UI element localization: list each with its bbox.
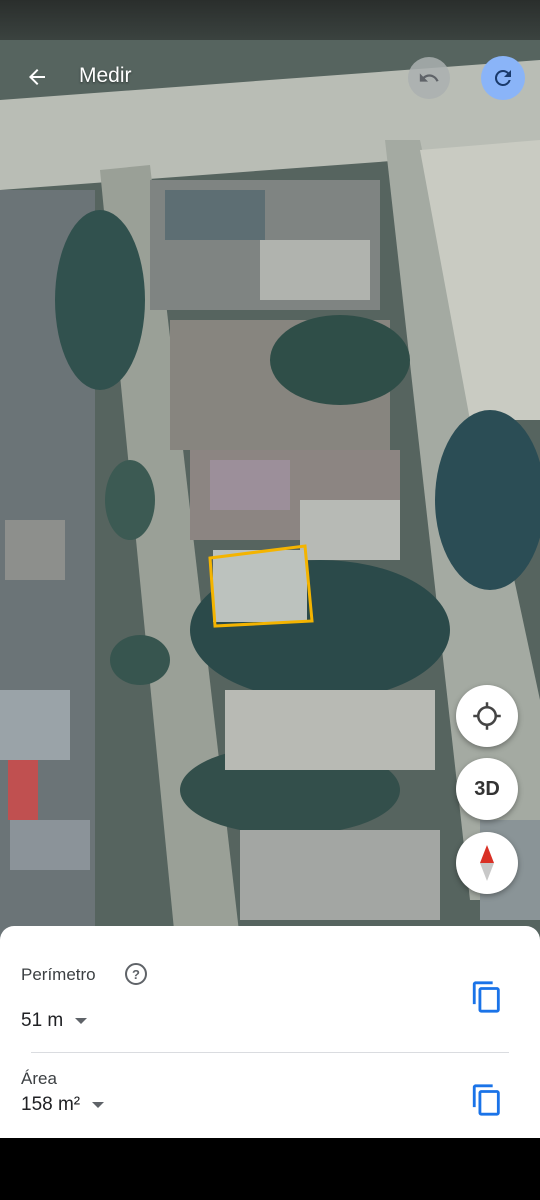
copy-perimeter-button[interactable] <box>470 980 504 1014</box>
copy-icon <box>472 981 500 1013</box>
arrow-left-icon <box>29 69 45 85</box>
my-location-icon <box>473 702 501 730</box>
perimeter-value: 51 m <box>21 1010 64 1031</box>
redo-button[interactable] <box>481 56 525 100</box>
my-location-button[interactable] <box>456 685 518 747</box>
page-title: Medir <box>79 64 132 87</box>
chevron-down-icon <box>75 1018 88 1024</box>
compass-button[interactable] <box>456 832 518 894</box>
copy-icon <box>472 1084 500 1116</box>
perimeter-value-dropdown[interactable]: 51 m <box>21 1010 88 1032</box>
area-label: Área <box>21 1069 57 1088</box>
compass-icon <box>480 845 494 881</box>
view-3d-label: 3D <box>474 777 500 800</box>
undo-button[interactable] <box>408 57 450 99</box>
area-value-dropdown[interactable]: 158 m² <box>21 1094 105 1116</box>
chevron-down-icon <box>92 1102 105 1108</box>
measurement-sheet: Perímetro ? 51 m Área 158 m² <box>0 926 540 1138</box>
help-icon[interactable]: ? <box>125 963 147 985</box>
status-bar <box>0 0 540 40</box>
top-bar: Medir <box>0 44 540 110</box>
navigation-bar <box>0 1138 540 1200</box>
divider <box>31 1052 509 1053</box>
back-button[interactable] <box>18 58 56 96</box>
view-3d-button[interactable]: 3D <box>456 758 518 820</box>
perimeter-label: Perímetro <box>21 965 96 984</box>
redo-icon <box>494 69 511 86</box>
undo-icon <box>419 73 439 82</box>
copy-area-button[interactable] <box>470 1083 504 1117</box>
area-value: 158 m² <box>21 1094 81 1115</box>
